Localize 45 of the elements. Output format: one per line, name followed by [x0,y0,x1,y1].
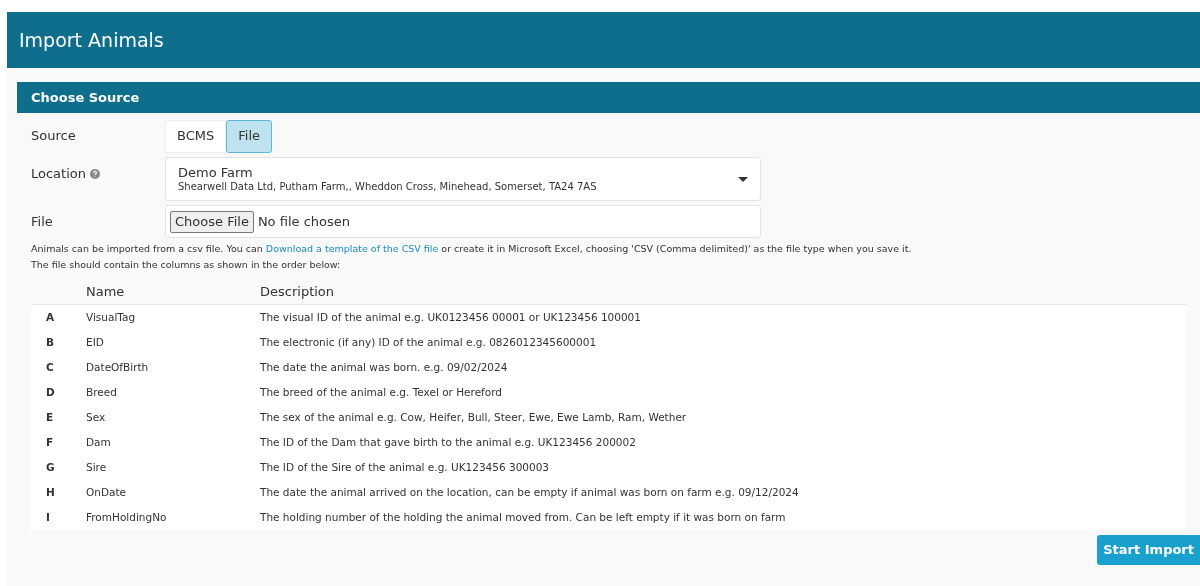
choose-file-button[interactable]: Choose File [170,210,254,233]
table-cell-text: Dam [86,434,112,450]
table-cell-text: The holding number of the holding the animal moved from. Can be left empty if it was born on farm [260,509,786,525]
help-text: The file should contain the columns as shown in the order below: [31,258,342,272]
table-cell-text: Sex [86,409,107,425]
table-cell-text: FromHoldingNo [86,509,168,525]
table-cell-text: OnDate [86,484,128,500]
table-cell-text: The sex of the animal e.g. Cow, Heifer, Bull, Steer, Ewe, Ewe Lamb, Ram, Wether [260,409,687,425]
table-cell-text: F [45,434,55,450]
source-toggle[interactable]: BCMS [165,119,227,153]
page-title: Import Animals [19,27,164,53]
table-cell-text: A [45,309,56,325]
table-cell-text: B [45,334,55,350]
field-label: Source [31,127,77,146]
table-cell-text: C [45,359,55,375]
table-cell-text: D [45,384,56,400]
template-link[interactable]: Download a template of the CSV file [265,243,439,254]
file-input[interactable]: Choose File No file chosen [165,205,761,238]
table-cell-text: Sire [86,459,108,475]
table-cell-text: The electronic (if any) ID of the animal e.g. 0826012345600001 [260,334,597,350]
table-cell-text: DateOfBirth [86,359,150,375]
table-cell-text: The ID of the Sire of the animal e.g. UK123456 300003 [260,459,550,475]
source-toggle[interactable]: File [226,119,272,153]
help-icon[interactable] [90,168,100,179]
table-cell-text: The breed of the animal e.g. Texel or Hereford [260,384,503,400]
table-cell-text: The date the animal arrived on the location, can be empty if animal was born on farm e.g. 09/12/2024 [260,484,799,500]
panel-title: Choose Source [31,88,140,107]
table-cell-text: EID [86,334,105,350]
column-header: Name [86,282,126,301]
table-cell-text: Breed [86,384,118,400]
table-cell-text: H [45,484,56,500]
table-cell-text: E [45,409,55,425]
table-cell-text: The date the animal was born. e.g. 09/02/2024 [260,359,508,375]
field-label: Location [31,165,86,183]
location-select[interactable]: Demo Farm Shearwell Data Ltd, Putham Farm,, Wheddon Cross, Minehead, Somerset, TA24 7AS [165,157,761,201]
table-cell-text: VisualTag [86,309,137,325]
help-text: Animals can be imported from a csv file. You can Download a template of the CSV file or create it in Microsoft Excel, choosing 'CSV (Comma delimited)' as the file type when you save it. [31,242,913,256]
caret-icon [738,176,748,182]
field-label: File [31,212,54,231]
table-cell-text: The visual ID of the animal e.g. UK0123456 00001 or UK123456 100001 [260,309,641,325]
column-header: Description [260,282,335,301]
table-cell-text: I [45,509,51,525]
table-cell-text: G [45,459,56,475]
file-status: No file chosen [257,212,350,231]
table-cell-text: The ID of the Dam that gave birth to the animal e.g. UK123456 200002 [260,434,636,450]
